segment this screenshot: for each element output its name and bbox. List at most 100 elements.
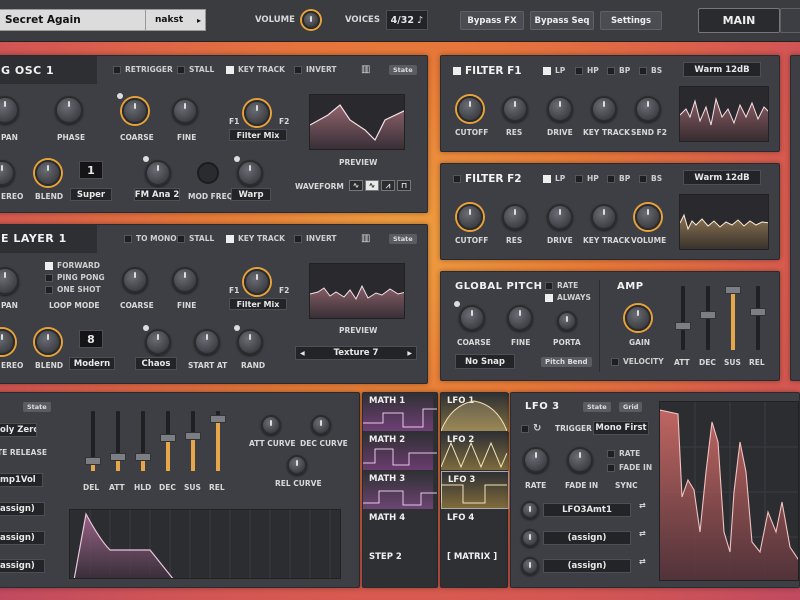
env-att-thumb[interactable] bbox=[110, 452, 126, 461]
osc1-stereo-knob[interactable] bbox=[0, 160, 15, 186]
lfo3-mod3-field[interactable]: (assign) bbox=[543, 559, 631, 573]
pitch-bend-button[interactable]: Pitch Bend bbox=[541, 357, 592, 367]
layer1-oneshot-check[interactable]: ONE SHOT bbox=[45, 285, 101, 294]
amp-rel-slider[interactable] bbox=[750, 286, 766, 350]
amp-dec-thumb[interactable] bbox=[700, 311, 716, 320]
filter1-keytrack-knob[interactable] bbox=[591, 96, 617, 122]
link-icon[interactable]: ⇄ bbox=[639, 557, 646, 566]
env-attcurve-knob[interactable] bbox=[261, 415, 281, 435]
layer1-chaos-field[interactable]: Chaos bbox=[135, 357, 177, 370]
keyboard-icon[interactable]: ▥ bbox=[361, 233, 370, 244]
osc1-stall-check[interactable]: STALL bbox=[177, 65, 214, 74]
layer1-fine-knob[interactable] bbox=[172, 267, 198, 293]
pitch-fine-knob[interactable] bbox=[507, 305, 533, 331]
env-sus-thumb[interactable] bbox=[185, 431, 201, 440]
filter2-type-field[interactable]: Warm 12dB bbox=[683, 170, 761, 185]
filter1-type-field[interactable]: Warm 12dB bbox=[683, 62, 761, 77]
sine-wave-selected-icon[interactable]: ∿ bbox=[365, 180, 379, 191]
preset-selector[interactable]: Secret Again nakst ▸ bbox=[0, 9, 206, 31]
env-assign-field-2[interactable]: assign) bbox=[0, 531, 45, 545]
osc1-fm-field[interactable]: FM Ana 2 bbox=[134, 188, 180, 201]
osc1-warp-field[interactable]: Warp bbox=[231, 188, 271, 201]
osc1-coarse-knob[interactable] bbox=[122, 98, 148, 124]
filter1-enable-check[interactable]: FILTER F1 bbox=[453, 65, 522, 77]
env-state-button[interactable]: State bbox=[23, 402, 51, 412]
square-wave-icon[interactable]: ⊓ bbox=[397, 180, 411, 191]
env-del-thumb[interactable] bbox=[85, 456, 101, 465]
osc1-filtermix-field[interactable]: Filter Mix bbox=[229, 129, 287, 141]
layer1-state-button[interactable]: State bbox=[389, 234, 417, 244]
filter2-hp-check[interactable]: HP bbox=[575, 174, 599, 183]
step-item-2[interactable]: STEP 2 bbox=[363, 549, 433, 587]
osc1-fm-knob[interactable] bbox=[145, 160, 171, 186]
lfo3-trigger-field[interactable]: Mono First bbox=[593, 421, 649, 435]
env-rel-thumb[interactable] bbox=[210, 415, 226, 424]
filter2-bp-check[interactable]: BP bbox=[607, 174, 630, 183]
matrix-item[interactable]: [ MATRIX ] bbox=[441, 549, 509, 587]
filter1-drive-knob[interactable] bbox=[547, 96, 573, 122]
layer1-startat-knob[interactable] bbox=[194, 329, 220, 355]
pitch-always-check[interactable]: ALWAYS bbox=[545, 293, 591, 302]
link-icon[interactable]: ⇄ bbox=[639, 529, 646, 538]
osc1-unison-display[interactable]: 1 bbox=[79, 161, 103, 179]
saw-wave-icon[interactable]: ⩘ bbox=[381, 180, 395, 191]
filter1-lp-check[interactable]: LP bbox=[543, 66, 565, 75]
layer1-stereo-knob[interactable] bbox=[0, 329, 15, 355]
env-target-field[interactable]: mp1Vol bbox=[0, 473, 43, 487]
layer1-pingpong-check[interactable]: PING PONG bbox=[45, 273, 105, 282]
osc1-super-field[interactable]: Super bbox=[70, 188, 112, 201]
env-att-slider[interactable] bbox=[110, 411, 126, 471]
env-sus-slider[interactable] bbox=[185, 411, 201, 471]
env-deccurve-knob[interactable] bbox=[311, 415, 331, 435]
env-dec-thumb[interactable] bbox=[160, 434, 176, 443]
layer1-filtermix-knob[interactable] bbox=[244, 269, 270, 295]
layer1-filtermix-field[interactable]: Filter Mix bbox=[229, 298, 287, 310]
layer1-coarse-knob[interactable] bbox=[122, 267, 148, 293]
lfo3-fadein-check[interactable]: FADE IN bbox=[607, 463, 652, 472]
amp-att-thumb[interactable] bbox=[675, 322, 691, 331]
filter2-cutoff-knob[interactable] bbox=[457, 204, 483, 230]
osc1-invert-check[interactable]: INVERT bbox=[294, 65, 337, 74]
lfo3-loop-check[interactable]: ↻ bbox=[521, 423, 541, 434]
next-arrow-icon[interactable]: ▶ bbox=[407, 350, 412, 357]
lfo3-state-button[interactable]: State bbox=[583, 402, 611, 412]
filter1-bp-check[interactable]: BP bbox=[607, 66, 630, 75]
osc1-filtermix-knob[interactable] bbox=[244, 100, 270, 126]
filter1-res-knob[interactable] bbox=[502, 96, 528, 122]
link-icon[interactable]: ⇄ bbox=[639, 501, 646, 510]
lfo3-grid-button[interactable]: Grid bbox=[619, 402, 643, 412]
filter1-bs-check[interactable]: BS bbox=[639, 66, 662, 75]
pitch-snap-field[interactable]: No Snap bbox=[455, 354, 515, 369]
keyboard-icon[interactable]: ▥ bbox=[361, 64, 370, 75]
env-dec-slider[interactable] bbox=[160, 411, 176, 471]
lfo-item-4[interactable]: LFO 4 bbox=[441, 510, 509, 548]
pitch-porta-knob[interactable] bbox=[557, 311, 577, 331]
layer1-keytrack-check[interactable]: KEY TRACK bbox=[226, 234, 285, 243]
filter2-keytrack-knob[interactable] bbox=[591, 204, 617, 230]
env-hld-slider[interactable] bbox=[135, 411, 151, 471]
lfo3-mod2-knob[interactable] bbox=[521, 529, 539, 547]
layer1-rand-knob[interactable] bbox=[237, 329, 263, 355]
lfo3-rate-check[interactable]: RATE bbox=[607, 449, 640, 458]
osc1-phase-knob[interactable] bbox=[55, 96, 83, 124]
osc1-warp-knob[interactable] bbox=[237, 160, 263, 186]
bypass-fx-button[interactable]: Bypass FX bbox=[460, 11, 524, 30]
lfo3-mod3-knob[interactable] bbox=[521, 557, 539, 575]
math-item-4[interactable]: MATH 4 bbox=[363, 510, 433, 548]
osc1-blend-knob[interactable] bbox=[35, 160, 61, 186]
prev-arrow-icon[interactable]: ◀ bbox=[300, 350, 305, 357]
lfo3-mod2-field[interactable]: (assign) bbox=[543, 531, 631, 545]
osc1-modfreq-knob[interactable] bbox=[197, 162, 219, 184]
lfo3-mod1-knob[interactable] bbox=[521, 501, 539, 519]
layer1-forward-check[interactable]: FORWARD bbox=[45, 261, 100, 270]
lfo3-mod1-field[interactable]: LFO3Amt1 bbox=[543, 503, 631, 517]
sine-wave-icon[interactable]: ∿ bbox=[349, 180, 363, 191]
layer1-chaos-knob[interactable] bbox=[145, 329, 171, 355]
env-mode-field[interactable]: oly Zero bbox=[0, 423, 37, 437]
filter1-hp-check[interactable]: HP bbox=[575, 66, 599, 75]
filter2-res-knob[interactable] bbox=[502, 204, 528, 230]
amp-velocity-check[interactable]: VELOCITY bbox=[611, 357, 664, 366]
filter1-send-knob[interactable] bbox=[635, 96, 661, 122]
env-del-slider[interactable] bbox=[85, 411, 101, 471]
amp-sus-thumb[interactable] bbox=[725, 286, 741, 294]
